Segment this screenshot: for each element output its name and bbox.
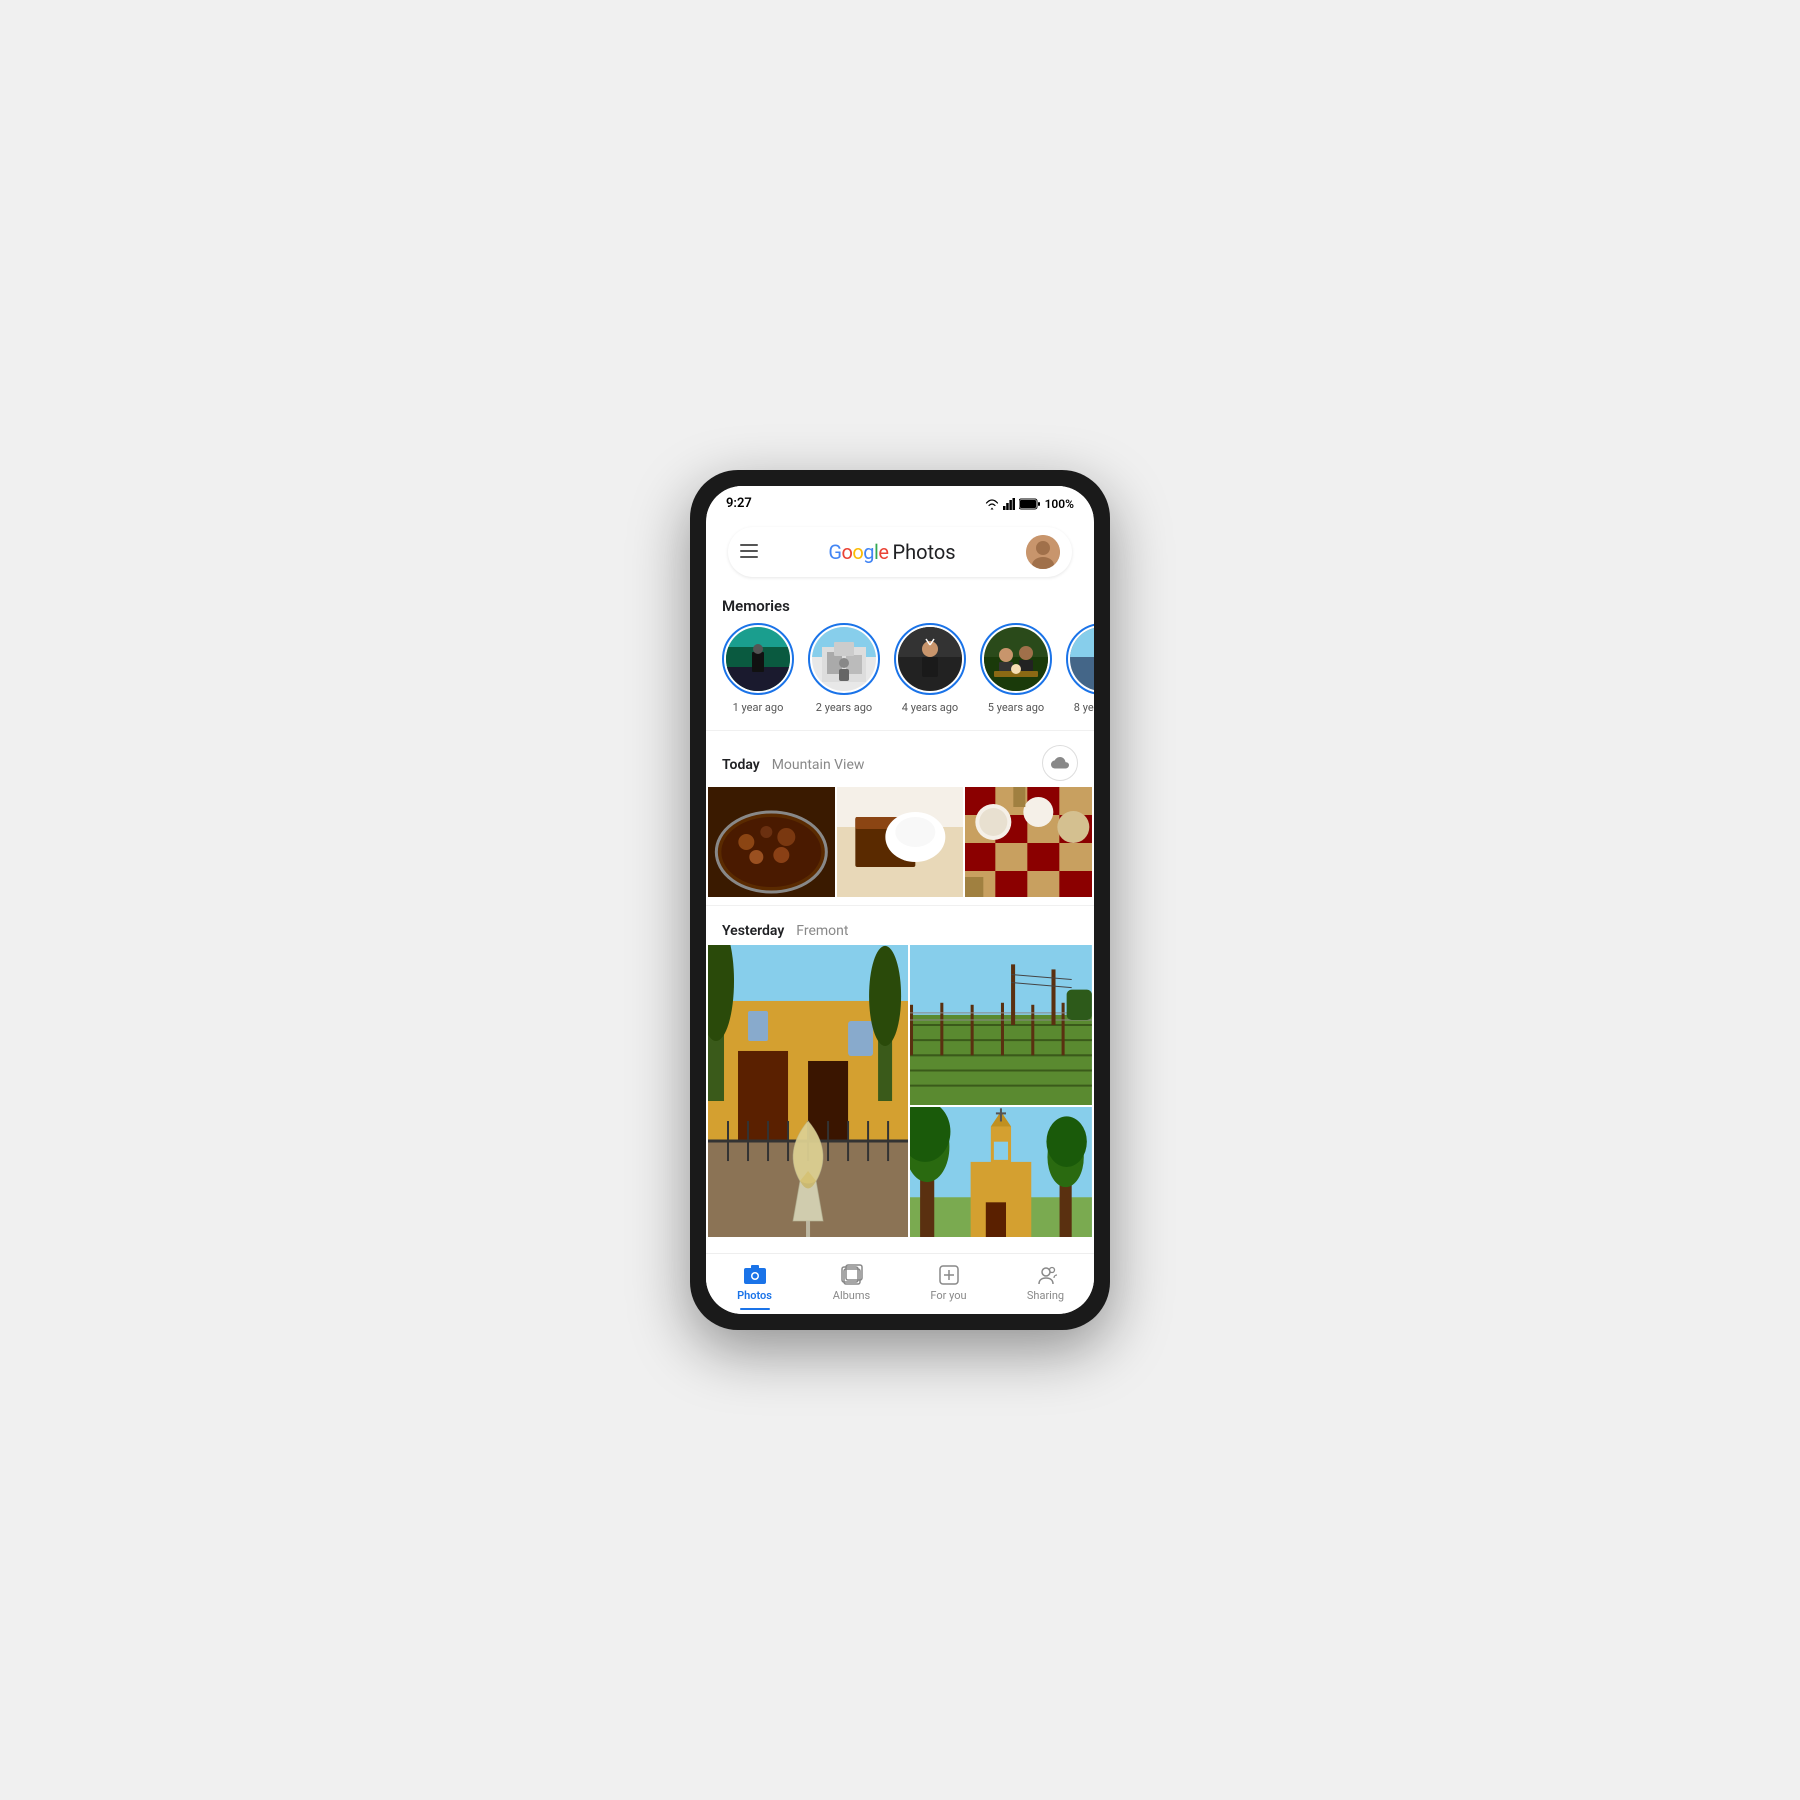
nav-tab-for-you[interactable]: For you [900,1260,997,1306]
memory-img-2 [812,627,876,691]
menu-icon[interactable] [740,542,758,563]
yesterday-photo-large[interactable] [708,945,908,1237]
memory-img-5 [1070,627,1094,691]
today-photo-2[interactable] [837,787,964,897]
app-header: Google Photos [728,527,1072,577]
memory-item-1[interactable]: 1 year ago [722,623,794,714]
nav-label-sharing: Sharing [1027,1289,1064,1302]
photos-app-name: Photos [893,540,956,564]
nav-label-photos: Photos [737,1289,772,1302]
user-avatar[interactable] [1026,535,1060,569]
app-logo: Google Photos [768,540,1016,564]
memory-img-3 [898,627,962,691]
sharing-nav-icon [1035,1264,1057,1286]
nav-tab-albums[interactable]: Albums [803,1260,900,1306]
photos-nav-icon [743,1264,767,1286]
yesterday-location: Fremont [796,923,848,939]
today-label: Today [722,757,760,773]
memory-label-2: 2 years ago [816,701,872,714]
cloud-button[interactable] [1042,745,1078,781]
yesterday-photo-vineyard[interactable] [910,945,1092,1105]
memory-circle-2 [808,623,880,695]
memory-circle-3 [894,623,966,695]
memory-img-4 [984,627,1048,691]
memory-item-4[interactable]: 5 years ago [980,623,1052,714]
yesterday-header: Yesterday Fremont [706,910,1094,945]
memory-circle-5 [1066,623,1094,695]
nav-active-indicator [740,1308,770,1310]
memories-row: 1 year ago [706,623,1094,726]
yesterday-photo-grid[interactable] [706,945,1094,1241]
memory-img-1 [726,627,790,691]
yesterday-photo-church[interactable] [910,1107,1092,1237]
yesterday-label: Yesterday [722,923,784,939]
wifi-icon [985,498,999,510]
for-you-nav-icon [938,1264,960,1286]
memory-item-5[interactable]: 8 years ago [1066,623,1094,714]
nav-label-albums: Albums [833,1289,870,1302]
memory-label-1: 1 year ago [733,701,784,714]
today-photo-3[interactable] [965,787,1092,897]
phone-device: 9:27 [690,470,1110,1330]
nav-tab-photos[interactable]: Photos [706,1260,803,1306]
status-icons: 100% [985,497,1074,511]
status-time: 9:27 [726,496,752,511]
today-location: Mountain View [772,757,865,773]
today-header: Today Mountain View [706,735,1094,787]
app-content: Memories [706,585,1094,1253]
nav-label-for-you: For you [930,1289,966,1302]
memory-label-5: 8 years ago [1074,701,1094,714]
albums-nav-icon [841,1264,863,1286]
today-label-group: Today Mountain View [722,754,864,773]
today-photo-1[interactable] [708,787,835,897]
today-photo-grid[interactable] [706,787,1094,899]
memory-circle-1 [722,623,794,695]
memory-label-3: 4 years ago [902,701,958,714]
status-bar: 9:27 [706,486,1094,515]
nav-tab-sharing[interactable]: Sharing [997,1260,1094,1306]
google-logo-text: Google [828,540,888,564]
memories-title: Memories [706,585,1094,623]
cloud-icon [1051,756,1069,770]
battery-percent: 100% [1045,497,1074,511]
phone-screen: 9:27 [706,486,1094,1314]
memory-item-3[interactable]: 4 years ago [894,623,966,714]
memory-item-2[interactable]: 2 years ago [808,623,880,714]
memory-circle-4 [980,623,1052,695]
memory-label-4: 5 years ago [988,701,1044,714]
bottom-nav: Photos Albums For you [706,1253,1094,1314]
signal-icon [1003,498,1015,510]
yesterday-label-group: Yesterday Fremont [722,920,848,939]
battery-icon [1019,498,1041,510]
